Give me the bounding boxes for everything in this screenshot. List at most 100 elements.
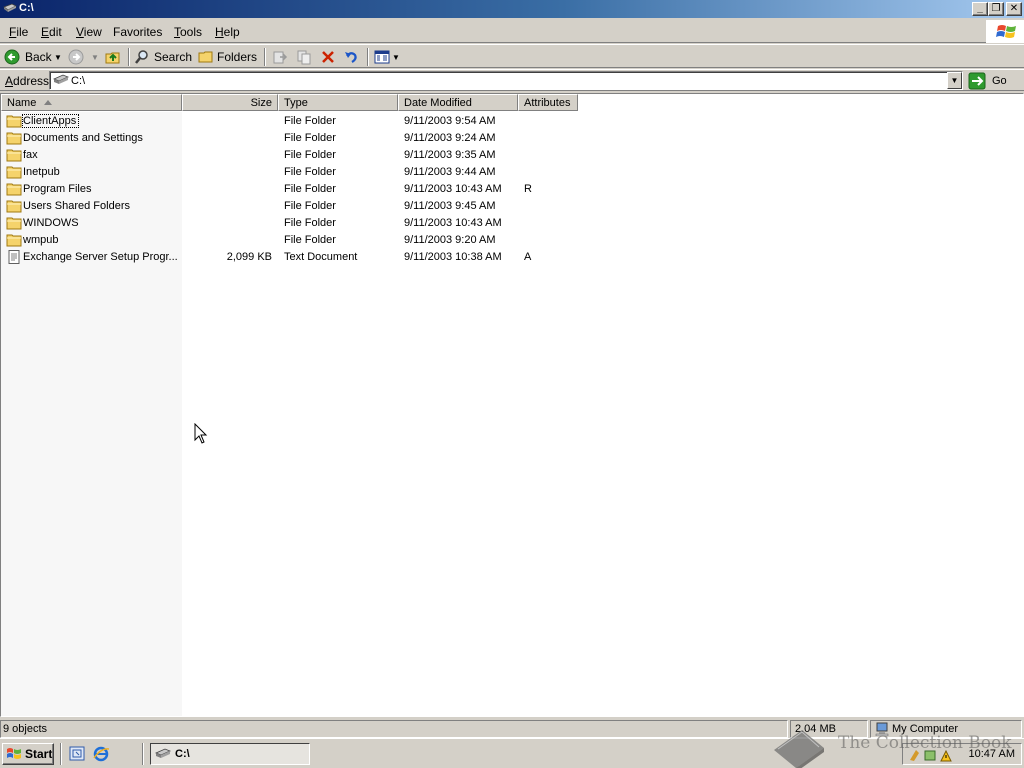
table-row[interactable]: Exchange Server Setup Progr... 2,099 KB Te… <box>1 249 1021 266</box>
back-dropdown[interactable]: ▼ <box>54 48 62 66</box>
file-type: File Folder <box>284 149 336 161</box>
table-row[interactable]: Documents and Settings File Folder 9/11/20… <box>1 130 1021 147</box>
folders-button[interactable]: Folders <box>198 48 257 66</box>
menu-help-label: elp <box>223 25 240 39</box>
window-title: C:\ <box>19 2 34 14</box>
file-attributes: A <box>524 251 532 263</box>
table-row[interactable]: ClientApps File Folder 9/11/2003 9:54 AM <box>1 113 1021 130</box>
column-header-size[interactable]: Size <box>182 94 278 111</box>
search-label: Search <box>154 50 193 64</box>
file-type: File Folder <box>284 183 336 195</box>
show-desktop-icon <box>69 746 85 761</box>
file-date-modified: 9/11/2003 10:38 AM <box>404 251 502 263</box>
file-type: File Folder <box>284 217 336 229</box>
table-row[interactable]: Program Files File Folder 9/11/2003 10:43 … <box>1 181 1021 198</box>
menu-help[interactable]: Help <box>215 25 240 39</box>
minimize-button[interactable]: _ <box>972 2 988 16</box>
views-button[interactable]: ▼ <box>374 48 400 66</box>
file-date-modified: 9/11/2003 9:45 AM <box>404 200 496 212</box>
drive-icon <box>3 3 17 12</box>
address-dropdown-button[interactable]: ▼ <box>947 72 962 89</box>
start-button[interactable]: Start <box>2 743 54 765</box>
file-name: Documents and Settings <box>23 132 143 144</box>
menu-edit[interactable]: Edit <box>41 25 62 39</box>
menu-file[interactable]: File <box>9 25 28 39</box>
restore-button[interactable]: ❐ <box>988 2 1004 16</box>
title-bar[interactable]: C:\ _ ❐ ✕ <box>0 0 1024 18</box>
folder-icon <box>6 183 22 196</box>
search-button[interactable]: Search <box>134 48 192 66</box>
menu-view[interactable]: View <box>76 25 102 39</box>
address-input[interactable]: C:\ ▼ <box>49 71 963 90</box>
menu-view-mnemonic: V <box>76 25 84 39</box>
folder-icon <box>6 132 22 145</box>
forward-dropdown[interactable]: ▼ <box>91 48 99 66</box>
windows-flag-icon <box>7 748 21 759</box>
column-header-type[interactable]: Type <box>278 94 398 111</box>
file-type: File Folder <box>284 166 336 178</box>
address-bar: Address C:\ ▼ Go <box>0 69 1024 91</box>
address-label: Address <box>5 74 49 88</box>
menu-tools-label: ools <box>180 25 203 39</box>
menu-bar: File Edit View Favorites Tools Help <box>0 20 1024 43</box>
taskbar-separator <box>60 743 62 765</box>
column-header-name-label: Name <box>7 97 37 109</box>
quicklaunch-show-desktop[interactable] <box>69 746 86 765</box>
column-header-type-label: Type <box>284 97 308 109</box>
status-object-count: 9 objects <box>3 723 48 735</box>
folder-icon <box>6 217 22 230</box>
go-label: Go <box>992 75 1007 87</box>
forward-button[interactable] <box>68 48 84 66</box>
column-header-date-modified[interactable]: Date Modified <box>398 94 518 111</box>
file-type: Text Document <box>284 251 358 263</box>
standard-toolbar: Back ▼ ▼ Search Folders ▼ <box>0 44 1024 68</box>
go-button[interactable]: Go <box>968 71 1007 91</box>
table-row[interactable]: wmpub File Folder 9/11/2003 9:20 AM <box>1 232 1021 249</box>
back-button[interactable]: Back <box>4 48 52 66</box>
file-name: Users Shared Folders <box>23 200 130 212</box>
column-header-attributes[interactable]: Attributes <box>518 94 578 111</box>
address-value: C:\ <box>71 75 86 87</box>
table-row[interactable]: Users Shared Folders File Folder 9/11/2003… <box>1 198 1021 215</box>
column-header-date-label: Date Modified <box>404 97 472 109</box>
table-row[interactable]: WINDOWS File Folder 9/11/2003 10:43 AM <box>1 215 1021 232</box>
copy-to-icon <box>297 50 311 65</box>
move-to-icon <box>273 51 288 64</box>
folder-icon <box>6 149 22 162</box>
folder-icon <box>6 115 22 128</box>
file-attributes: R <box>524 183 532 195</box>
file-name: Program Files <box>23 183 92 195</box>
file-name: Exchange Server Setup Progr... <box>23 251 178 263</box>
menu-favorites[interactable]: Favorites <box>113 25 162 39</box>
menu-tools[interactable]: Tools <box>174 25 202 39</box>
windows-flag-icon <box>996 25 1016 38</box>
copy-to-button[interactable] <box>296 48 312 66</box>
file-name: Inetpub <box>23 166 60 178</box>
folder-icon <box>6 166 22 179</box>
table-row[interactable]: fax File Folder 9/11/2003 9:35 AM <box>1 147 1021 164</box>
forward-arrow-icon <box>68 49 84 65</box>
close-button[interactable]: ✕ <box>1006 2 1022 16</box>
move-to-button[interactable] <box>272 48 288 66</box>
file-date-modified: 9/11/2003 10:43 AM <box>404 217 502 229</box>
column-header-name[interactable]: Name <box>1 94 182 111</box>
status-objects-pane: 9 objects <box>0 720 788 738</box>
file-list[interactable]: Name Size Type Date Modified Attributes … <box>0 93 1024 717</box>
file-date-modified: 9/11/2003 9:54 AM <box>404 115 496 127</box>
back-arrow-icon <box>4 49 20 65</box>
delete-button[interactable] <box>320 48 336 66</box>
column-header-size-label: Size <box>250 97 272 109</box>
file-type: File Folder <box>284 115 336 127</box>
table-row[interactable]: Inetpub File Folder 9/11/2003 9:44 AM <box>1 164 1021 181</box>
undo-button[interactable] <box>343 48 359 66</box>
column-header-attributes-label: Attributes <box>524 97 571 109</box>
quicklaunch-internet-explorer[interactable] <box>93 746 110 765</box>
up-folder-button[interactable] <box>105 48 121 66</box>
undo-icon <box>345 52 357 63</box>
drive-icon <box>155 748 171 758</box>
menu-edit-label: dit <box>49 25 62 39</box>
taskbar-window-button[interactable]: C:\ <box>150 743 310 765</box>
chevron-down-icon: ▼ <box>950 76 959 85</box>
file-date-modified: 9/11/2003 9:44 AM <box>404 166 496 178</box>
column-header-bar: Name Size Type Date Modified Attributes <box>1 94 1023 112</box>
